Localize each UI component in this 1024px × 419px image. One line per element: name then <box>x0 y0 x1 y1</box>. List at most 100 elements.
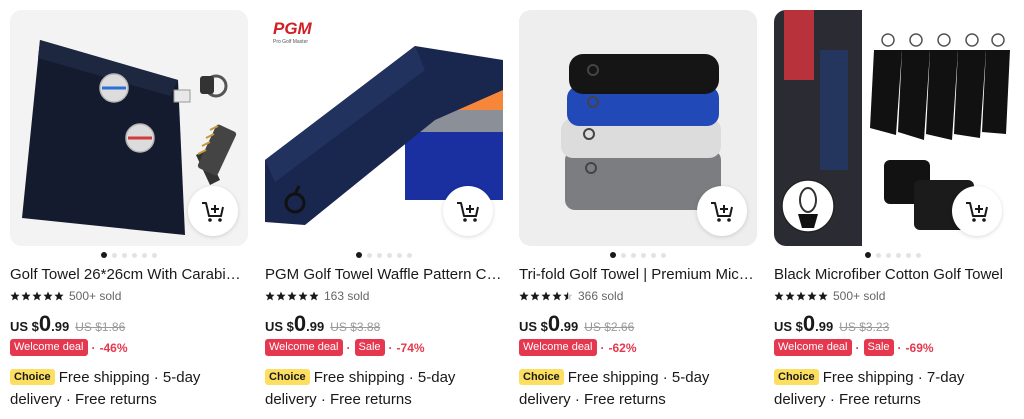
pagination-dot[interactable] <box>397 252 402 258</box>
add-to-cart-button[interactable] <box>188 186 238 236</box>
add-to-cart-button[interactable] <box>697 186 747 236</box>
pagination-dot[interactable] <box>906 252 911 258</box>
pagination-dot[interactable] <box>112 252 117 258</box>
pagination-dot[interactable] <box>367 252 372 258</box>
deal-row: Welcome deal · -62% <box>519 339 637 356</box>
star-rating <box>774 291 828 301</box>
pagination-dot[interactable] <box>916 252 921 258</box>
star-rating <box>519 291 573 301</box>
pagination-dot[interactable] <box>101 252 107 258</box>
pagination-dot[interactable] <box>631 252 636 258</box>
pagination-dot[interactable] <box>651 252 656 258</box>
shipping-info: Choice Free shipping · 5-day delivery · F… <box>265 367 503 411</box>
price-decimal: .99 <box>560 319 579 334</box>
pagination-dot[interactable] <box>886 252 891 258</box>
currency-label: US $ <box>265 319 294 334</box>
pagination-dot[interactable] <box>876 252 881 258</box>
product-title[interactable]: PGM Golf Towel Waffle Pattern Cotton <box>265 266 503 284</box>
product-title[interactable]: Golf Towel 26*26cm With Carabiner Hook <box>10 266 248 284</box>
pagination-dot[interactable] <box>152 252 157 258</box>
add-to-cart-icon <box>202 202 224 222</box>
brand-tagline: Pro Golf Master <box>273 39 308 45</box>
shipping-info: Choice Free shipping · 5-day delivery · F… <box>519 367 757 411</box>
price-decimal: .99 <box>306 319 325 334</box>
price: US $ 0 .99 US $3.88 <box>265 311 380 336</box>
image-pagination[interactable] <box>10 251 248 259</box>
image-pagination[interactable] <box>519 251 757 259</box>
price-decimal: .99 <box>815 319 834 334</box>
pagination-dot[interactable] <box>661 252 666 258</box>
currency-label: US $ <box>10 319 39 334</box>
price-decimal: .99 <box>51 319 70 334</box>
separator: · <box>855 340 860 355</box>
product-image[interactable] <box>774 10 1012 246</box>
rating-row: 500+ sold <box>10 289 121 303</box>
original-price: US $1.86 <box>75 320 126 334</box>
pagination-dot[interactable] <box>896 252 901 258</box>
star-icon <box>563 291 573 301</box>
star-icon <box>298 291 308 301</box>
product-card[interactable]: Tri-fold Golf Towel | Premium Microfiber… <box>519 0 757 419</box>
pagination-dot[interactable] <box>865 252 871 258</box>
product-title[interactable]: Tri-fold Golf Towel | Premium Microfiber <box>519 266 757 284</box>
pagination-dot[interactable] <box>641 252 646 258</box>
product-card[interactable]: PGM Pro Golf Master PGM Golf Towel Waffl… <box>265 0 503 419</box>
separator: · <box>91 340 96 355</box>
pagination-dot[interactable] <box>621 252 626 258</box>
deal-row: Welcome deal · -46% <box>10 339 128 356</box>
pagination-dot[interactable] <box>407 252 412 258</box>
rating-row: 366 sold <box>519 289 623 303</box>
star-icon <box>807 291 817 301</box>
product-image[interactable]: PGM Pro Golf Master <box>265 10 503 246</box>
product-card[interactable]: Black Microfiber Cotton Golf Towel 500+ … <box>774 0 1012 419</box>
original-price: US $3.23 <box>839 320 890 334</box>
pagination-dot[interactable] <box>610 252 616 258</box>
pagination-dot[interactable] <box>132 252 137 258</box>
image-pagination[interactable] <box>774 251 1012 259</box>
shipping-info: Choice Free shipping · 7-day delivery · F… <box>774 367 1012 411</box>
star-icon <box>43 291 53 301</box>
product-grid: Golf Towel 26*26cm With Carabiner Hook 5… <box>0 0 1024 419</box>
star-icon <box>10 291 20 301</box>
separator: · <box>897 340 902 355</box>
product-title[interactable]: Black Microfiber Cotton Golf Towel <box>774 266 1012 284</box>
pagination-dot[interactable] <box>377 252 382 258</box>
separator: · <box>346 340 351 355</box>
pagination-dot[interactable] <box>142 252 147 258</box>
add-to-cart-button[interactable] <box>443 186 493 236</box>
star-icon <box>785 291 795 301</box>
sold-count: 163 sold <box>324 289 370 303</box>
product-image[interactable] <box>10 10 248 246</box>
currency-label: US $ <box>774 319 803 334</box>
sold-count: 366 sold <box>578 289 624 303</box>
star-icon <box>552 291 562 301</box>
sale-badge: Sale <box>863 339 894 356</box>
add-to-cart-icon <box>457 202 479 222</box>
deal-row: Welcome deal · Sale · -74% <box>265 339 425 356</box>
separator: · <box>388 340 393 355</box>
star-icon <box>541 291 551 301</box>
choice-badge: Choice <box>774 369 819 385</box>
pagination-dot[interactable] <box>387 252 392 258</box>
star-icon <box>818 291 828 301</box>
sold-count: 500+ sold <box>833 289 886 303</box>
product-image[interactable] <box>519 10 757 246</box>
product-card[interactable]: Golf Towel 26*26cm With Carabiner Hook 5… <box>10 0 248 419</box>
discount-percent: -69% <box>905 340 934 355</box>
price: US $ 0 .99 US $1.86 <box>10 311 126 336</box>
discount-percent: -74% <box>396 340 425 355</box>
add-to-cart-icon <box>966 202 988 222</box>
pagination-dot[interactable] <box>122 252 127 258</box>
star-icon <box>796 291 806 301</box>
pagination-dot[interactable] <box>356 252 362 258</box>
image-pagination[interactable] <box>265 251 503 259</box>
currency-label: US $ <box>519 319 548 334</box>
welcome-deal-badge: Welcome deal <box>10 339 88 356</box>
star-icon <box>21 291 31 301</box>
choice-badge: Choice <box>265 369 310 385</box>
star-rating <box>10 291 64 301</box>
choice-badge: Choice <box>519 369 564 385</box>
add-to-cart-button[interactable] <box>952 186 1002 236</box>
rating-row: 163 sold <box>265 289 369 303</box>
discount-percent: -62% <box>608 340 637 355</box>
